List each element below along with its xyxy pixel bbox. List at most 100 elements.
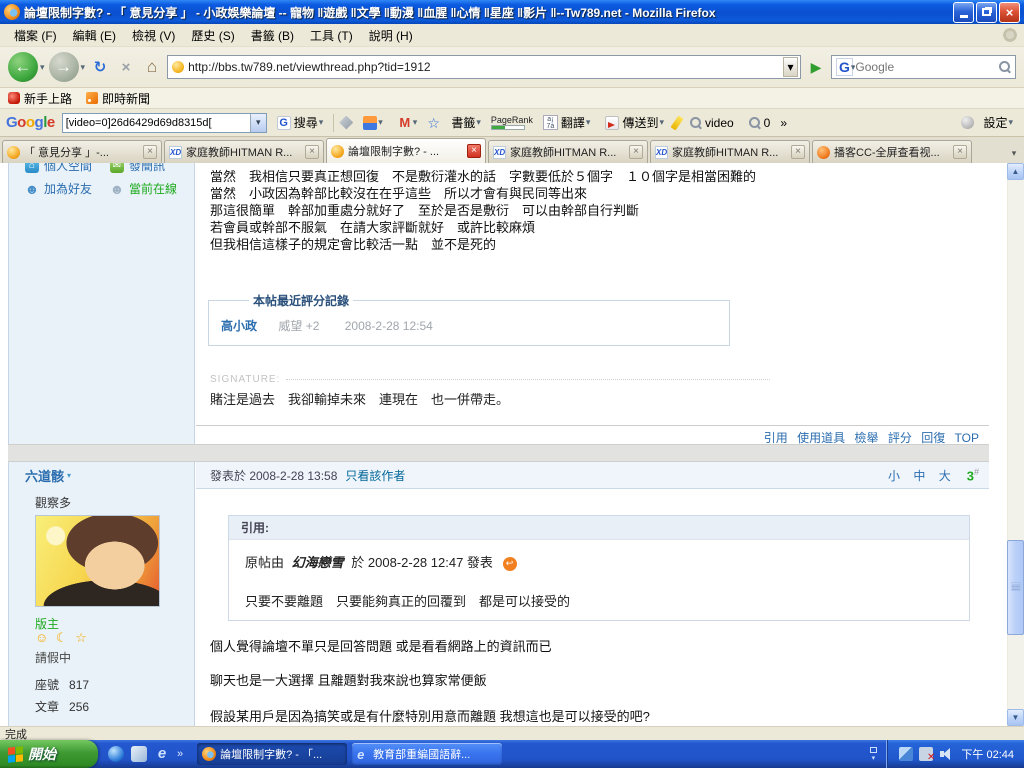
rate-link[interactable]: 評分 bbox=[888, 431, 912, 445]
report-link[interactable]: 檢舉 bbox=[854, 431, 878, 445]
bookmarks-button[interactable]: 書籤 ▾ bbox=[446, 111, 486, 134]
reply-link[interactable]: 回復 bbox=[921, 431, 945, 445]
goto-quoted-post-icon[interactable]: ↩ bbox=[503, 557, 517, 571]
back-dropdown[interactable]: ▾ bbox=[40, 62, 45, 73]
system-tray: 下午 02:44 bbox=[886, 740, 1024, 768]
autofill-icon[interactable] bbox=[339, 116, 353, 130]
google-search-button[interactable]: G 搜尋 ▾ bbox=[272, 111, 329, 134]
taskbar-item-firefox[interactable]: 論壇限制字數? - 「... bbox=[197, 743, 347, 765]
reload-button[interactable]: ↻ bbox=[89, 56, 111, 78]
tab-podcast-cc[interactable]: 播客CC-全屏查看视... × bbox=[812, 140, 972, 163]
forward-button[interactable]: → bbox=[49, 52, 79, 82]
link-personal-space[interactable]: ⌂ 個人空間 bbox=[25, 163, 105, 174]
menu-file[interactable]: 檔案 (F) bbox=[6, 24, 65, 47]
tab-close-button[interactable]: × bbox=[953, 145, 967, 159]
menu-bookmarks[interactable]: 書籤 (B) bbox=[243, 24, 302, 47]
translate-icon: a¡7à bbox=[543, 115, 558, 130]
chevron-down-icon: ▾ bbox=[413, 117, 418, 128]
scrollbar-thumb[interactable] bbox=[1007, 540, 1024, 635]
translate-button[interactable]: a¡7à 翻譯 ▾ bbox=[538, 111, 596, 134]
minimize-button[interactable] bbox=[953, 2, 974, 23]
query-dropdown[interactable]: ▾ bbox=[250, 114, 266, 132]
rating-user-link[interactable]: 高小政 bbox=[221, 319, 257, 333]
url-history-dropdown[interactable]: ▾ bbox=[783, 57, 798, 77]
link-send-pm[interactable]: ✉ 發簡訊 bbox=[110, 163, 190, 174]
tab-list-dropdown[interactable]: ▾ bbox=[1006, 143, 1022, 163]
post2-header: 發表於 2008-2-28 13:58 只看該作者 小 中 大 3# bbox=[196, 462, 989, 489]
close-button[interactable]: × bbox=[999, 2, 1020, 23]
top-link[interactable]: TOP bbox=[955, 431, 979, 445]
tab-close-button[interactable]: × bbox=[467, 144, 481, 158]
restore-button[interactable] bbox=[976, 2, 997, 23]
home-icon: ⌂ bbox=[147, 57, 157, 77]
forward-icon: → bbox=[55, 57, 72, 77]
url-input[interactable] bbox=[188, 60, 783, 74]
menu-help[interactable]: 說明 (H) bbox=[361, 24, 421, 47]
tab-opinion-share[interactable]: 「 意見分享 」-... × bbox=[2, 140, 162, 163]
taskbar-item-ie[interactable]: e 教育部重編國語辭... bbox=[352, 743, 502, 765]
search-input[interactable] bbox=[855, 60, 999, 74]
tab-close-button[interactable]: × bbox=[143, 145, 157, 159]
only-author-link[interactable]: 只看該作者 bbox=[345, 467, 405, 484]
toolbar-more-chevron[interactable]: » bbox=[780, 116, 787, 130]
scroll-up-button[interactable]: ▲ bbox=[1007, 163, 1024, 180]
settings-button[interactable]: 設定 ▾ bbox=[978, 111, 1018, 134]
link-add-friend[interactable]: ☻ 加為好友 bbox=[25, 180, 105, 197]
gmail-button[interactable]: M ▾ bbox=[393, 113, 423, 133]
firefox-icon bbox=[4, 4, 20, 20]
find-word-count[interactable]: 0 bbox=[744, 113, 776, 133]
quick-launch-messenger-icon[interactable] bbox=[131, 746, 147, 762]
title-bar: 論壇限制字數? - 「 意見分享 」 - 小政娛樂論壇 -- 寵物 ‖遊戲 ‖文… bbox=[0, 0, 1024, 24]
stop-button[interactable]: × bbox=[115, 56, 137, 78]
menu-edit[interactable]: 編輯 (E) bbox=[65, 24, 124, 47]
forward-dropdown[interactable]: ▾ bbox=[81, 62, 86, 73]
chevron-down-icon[interactable]: ▾ bbox=[67, 471, 71, 480]
stop-icon: × bbox=[122, 59, 131, 76]
menu-tools[interactable]: 工具 (T) bbox=[302, 24, 361, 47]
start-button[interactable]: 開始 bbox=[0, 740, 98, 768]
scroll-down-button[interactable]: ▼ bbox=[1007, 709, 1024, 726]
send-to-icon bbox=[605, 116, 619, 130]
font-medium-link[interactable]: 中 bbox=[913, 469, 927, 483]
quick-launch-browser-icon[interactable] bbox=[108, 746, 124, 762]
back-button[interactable]: ← bbox=[8, 52, 38, 82]
tab-hitman-1[interactable]: XD 家庭教師HITMAN R... × bbox=[164, 140, 324, 163]
use-props-link[interactable]: 使用道具 bbox=[797, 431, 845, 445]
tab-hitman-2[interactable]: XD 家庭教師HITMAN R... × bbox=[488, 140, 648, 163]
home-button[interactable]: ⌂ bbox=[141, 56, 163, 78]
pagerank-meter[interactable]: PageRank bbox=[491, 116, 533, 130]
find-word-video[interactable]: video bbox=[685, 113, 739, 133]
search-icon[interactable] bbox=[999, 61, 1011, 73]
quote-link[interactable]: 引用 bbox=[764, 431, 788, 445]
google-search-combo: ▾ bbox=[62, 113, 267, 133]
taskbar-hidden-icons-chevron[interactable]: ▾ bbox=[864, 747, 882, 762]
tab-close-button[interactable]: × bbox=[305, 145, 319, 159]
quote-box: 引用: 原帖由 幻海戀雪 於 2008-2-28 12:47 發表 ↩ 只要不要… bbox=[228, 515, 970, 621]
network-icon[interactable] bbox=[899, 747, 913, 761]
menu-view[interactable]: 檢視 (V) bbox=[124, 24, 183, 47]
send-to-button[interactable]: 傳送到 ▾ bbox=[600, 111, 669, 134]
tab-close-button[interactable]: × bbox=[791, 145, 805, 159]
go-button[interactable]: ▶ bbox=[805, 56, 827, 78]
username-link[interactable]: 六道骸 bbox=[25, 466, 64, 485]
font-large-link[interactable]: 大 bbox=[939, 469, 953, 483]
font-small-link[interactable]: 小 bbox=[888, 469, 902, 483]
bookmark-getting-started[interactable]: 新手上路 bbox=[8, 90, 72, 107]
menu-history[interactable]: 歷史 (S) bbox=[183, 24, 242, 47]
quoted-username[interactable]: 幻海戀雪 bbox=[292, 555, 344, 570]
tab-close-button[interactable]: × bbox=[629, 145, 643, 159]
vertical-scrollbar[interactable]: ▲ ▼ bbox=[1007, 163, 1024, 726]
star-bookmark-icon[interactable]: ☆ bbox=[427, 116, 441, 130]
blogger-button[interactable]: ▾ bbox=[358, 113, 388, 133]
bookmark-latest-news[interactable]: 即時新聞 bbox=[86, 90, 150, 107]
volume-icon[interactable] bbox=[939, 747, 953, 761]
restore-icon bbox=[982, 8, 991, 16]
google-query-input[interactable] bbox=[63, 117, 250, 129]
quick-launch-ie-icon[interactable]: e bbox=[154, 746, 170, 762]
tab-hitman-3[interactable]: XD 家庭教師HITMAN R... × bbox=[650, 140, 810, 163]
quick-launch-more-chevron[interactable]: » bbox=[177, 748, 183, 760]
network-disconnected-icon[interactable] bbox=[919, 747, 933, 761]
highlighter-icon[interactable] bbox=[671, 115, 684, 130]
tab-thread-active[interactable]: 論壇限制字數? - ... × bbox=[326, 138, 486, 163]
google-logo: Google bbox=[6, 114, 55, 131]
